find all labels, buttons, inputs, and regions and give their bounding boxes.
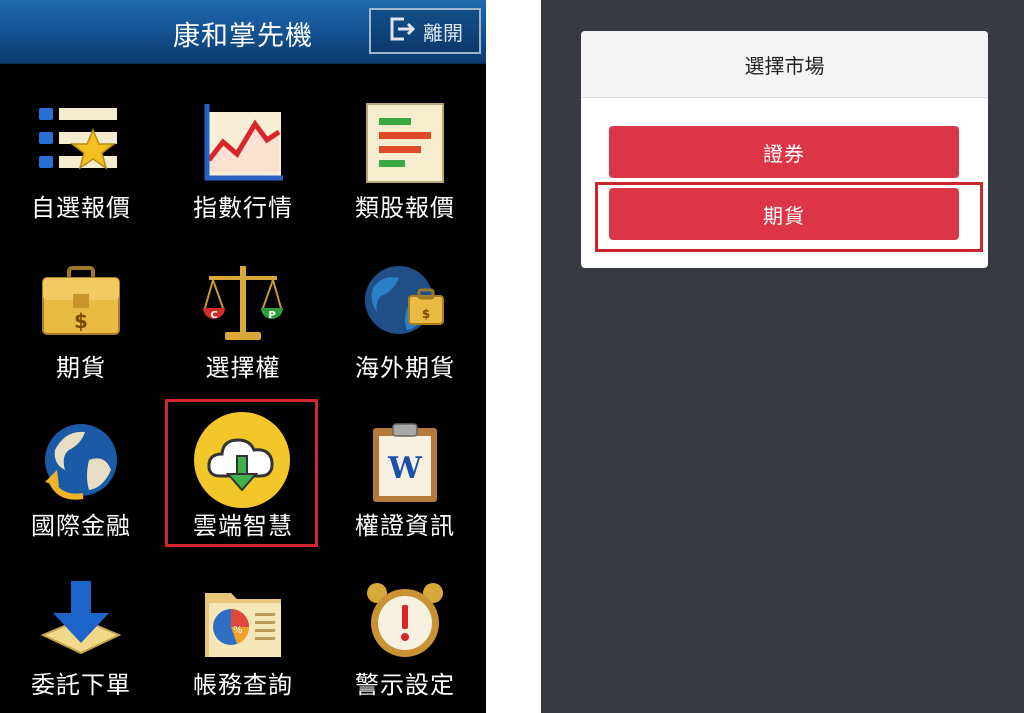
menu-item-watchlist[interactable]: 自選報價 — [0, 102, 162, 252]
download-arrow-icon — [39, 579, 123, 663]
menu-label: 警示設定 — [355, 671, 455, 699]
globe-briefcase-icon: $ — [363, 262, 447, 346]
securities-button[interactable]: 證券 — [609, 126, 959, 178]
market-select-screen: 選擇市場 證券 期貨 — [541, 0, 1024, 713]
menu-item-overseas-futures[interactable]: $ 海外期貨 — [324, 262, 486, 412]
exit-label: 離開 — [423, 20, 463, 45]
svg-text:%: % — [233, 625, 243, 636]
menu-label: 指數行情 — [193, 194, 293, 222]
sector-bars-icon — [363, 102, 447, 186]
dialog-title: 選擇市場 — [581, 31, 988, 98]
globe-arrow-icon — [39, 420, 123, 504]
menu-label: 類股報價 — [355, 194, 455, 222]
menu-item-alert-settings[interactable]: 警示設定 — [324, 579, 486, 713]
menu-label: 期貨 — [56, 354, 106, 382]
clipboard-w-icon: W — [363, 420, 447, 504]
menu-label: 帳務查詢 — [193, 671, 293, 699]
exit-icon — [387, 14, 417, 49]
svg-text:P: P — [268, 310, 275, 321]
menu-item-options[interactable]: C P 選擇權 — [162, 262, 324, 412]
menu-item-cloud-smart[interactable]: 雲端智慧 — [162, 412, 324, 570]
svg-text:$: $ — [74, 309, 88, 333]
menu-item-place-order[interactable]: 委託下單 — [0, 579, 162, 713]
cloud-download-icon — [192, 410, 292, 510]
svg-text:W: W — [387, 451, 423, 486]
svg-text:C: C — [210, 310, 217, 321]
folder-piechart-icon: % — [201, 579, 285, 663]
menu-item-futures[interactable]: $ 期貨 — [0, 262, 162, 412]
menu-item-sector-quotes[interactable]: 類股報價 — [324, 102, 486, 252]
alarm-clock-icon — [363, 579, 447, 663]
briefcase-dollar-icon: $ — [39, 262, 123, 346]
futures-button[interactable]: 期貨 — [609, 188, 959, 240]
watchlist-star-icon — [39, 102, 123, 186]
menu-label: 委託下單 — [31, 671, 131, 699]
app-home-screen: 康和掌先機 離開 自選報價 指數行情 類股報價 $ 期貨 C P 選擇權 $ 海… — [0, 0, 486, 713]
divider-gap — [486, 0, 541, 713]
menu-item-international-finance[interactable]: 國際金融 — [0, 420, 162, 570]
svg-text:$: $ — [422, 307, 430, 321]
menu-item-index[interactable]: 指數行情 — [162, 102, 324, 252]
app-header: 康和掌先機 離開 — [0, 0, 486, 64]
menu-label: 選擇權 — [205, 354, 281, 382]
menu-label: 權證資訊 — [355, 512, 455, 540]
scale-cp-icon: C P — [201, 262, 285, 346]
index-chart-icon — [201, 102, 285, 186]
menu-item-account-inquiry[interactable]: % 帳務查詢 — [162, 579, 324, 713]
menu-item-warrant-info[interactable]: W 權證資訊 — [324, 420, 486, 570]
menu-label: 國際金融 — [31, 512, 131, 540]
menu-label: 雲端智慧 — [193, 512, 293, 540]
menu-label: 海外期貨 — [355, 354, 455, 382]
exit-button[interactable]: 離開 — [369, 8, 481, 54]
market-select-dialog: 選擇市場 證券 期貨 — [581, 31, 988, 268]
menu-label: 自選報價 — [31, 194, 131, 222]
